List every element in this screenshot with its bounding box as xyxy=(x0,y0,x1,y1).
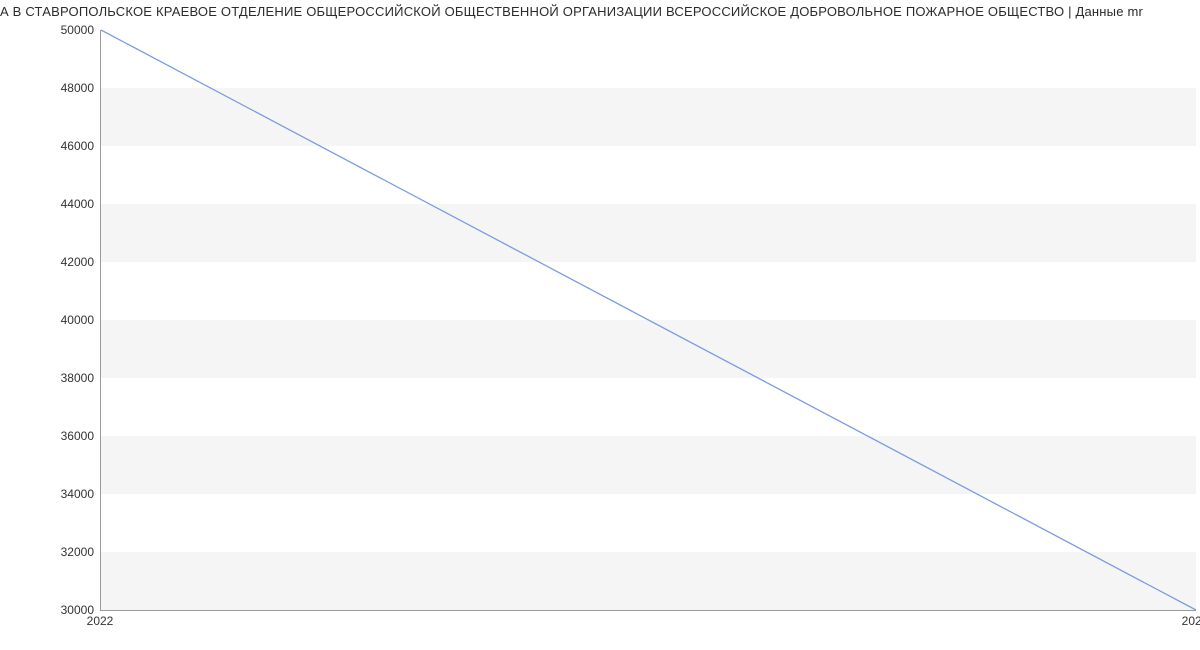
data-line xyxy=(101,30,1196,610)
y-tick-label: 40000 xyxy=(34,313,94,327)
chart-container: А В СТАВРОПОЛЬСКОЕ КРАЕВОЕ ОТДЕЛЕНИЕ ОБЩ… xyxy=(0,0,1200,650)
x-tick-label: 2024 xyxy=(1182,614,1200,628)
y-tick-label: 36000 xyxy=(34,429,94,443)
y-tick-label: 50000 xyxy=(34,23,94,37)
y-tick-label: 48000 xyxy=(34,81,94,95)
y-tick-label: 34000 xyxy=(34,487,94,501)
x-tick-label: 2022 xyxy=(87,614,114,628)
y-tick-label: 38000 xyxy=(34,371,94,385)
chart-title: А В СТАВРОПОЛЬСКОЕ КРАЕВОЕ ОТДЕЛЕНИЕ ОБЩ… xyxy=(0,4,1200,19)
plot-area xyxy=(100,30,1196,611)
line-layer xyxy=(101,30,1196,610)
y-tick-label: 42000 xyxy=(34,255,94,269)
y-tick-label: 30000 xyxy=(34,603,94,617)
y-tick-label: 46000 xyxy=(34,139,94,153)
y-tick-label: 44000 xyxy=(34,197,94,211)
y-tick-label: 32000 xyxy=(34,545,94,559)
